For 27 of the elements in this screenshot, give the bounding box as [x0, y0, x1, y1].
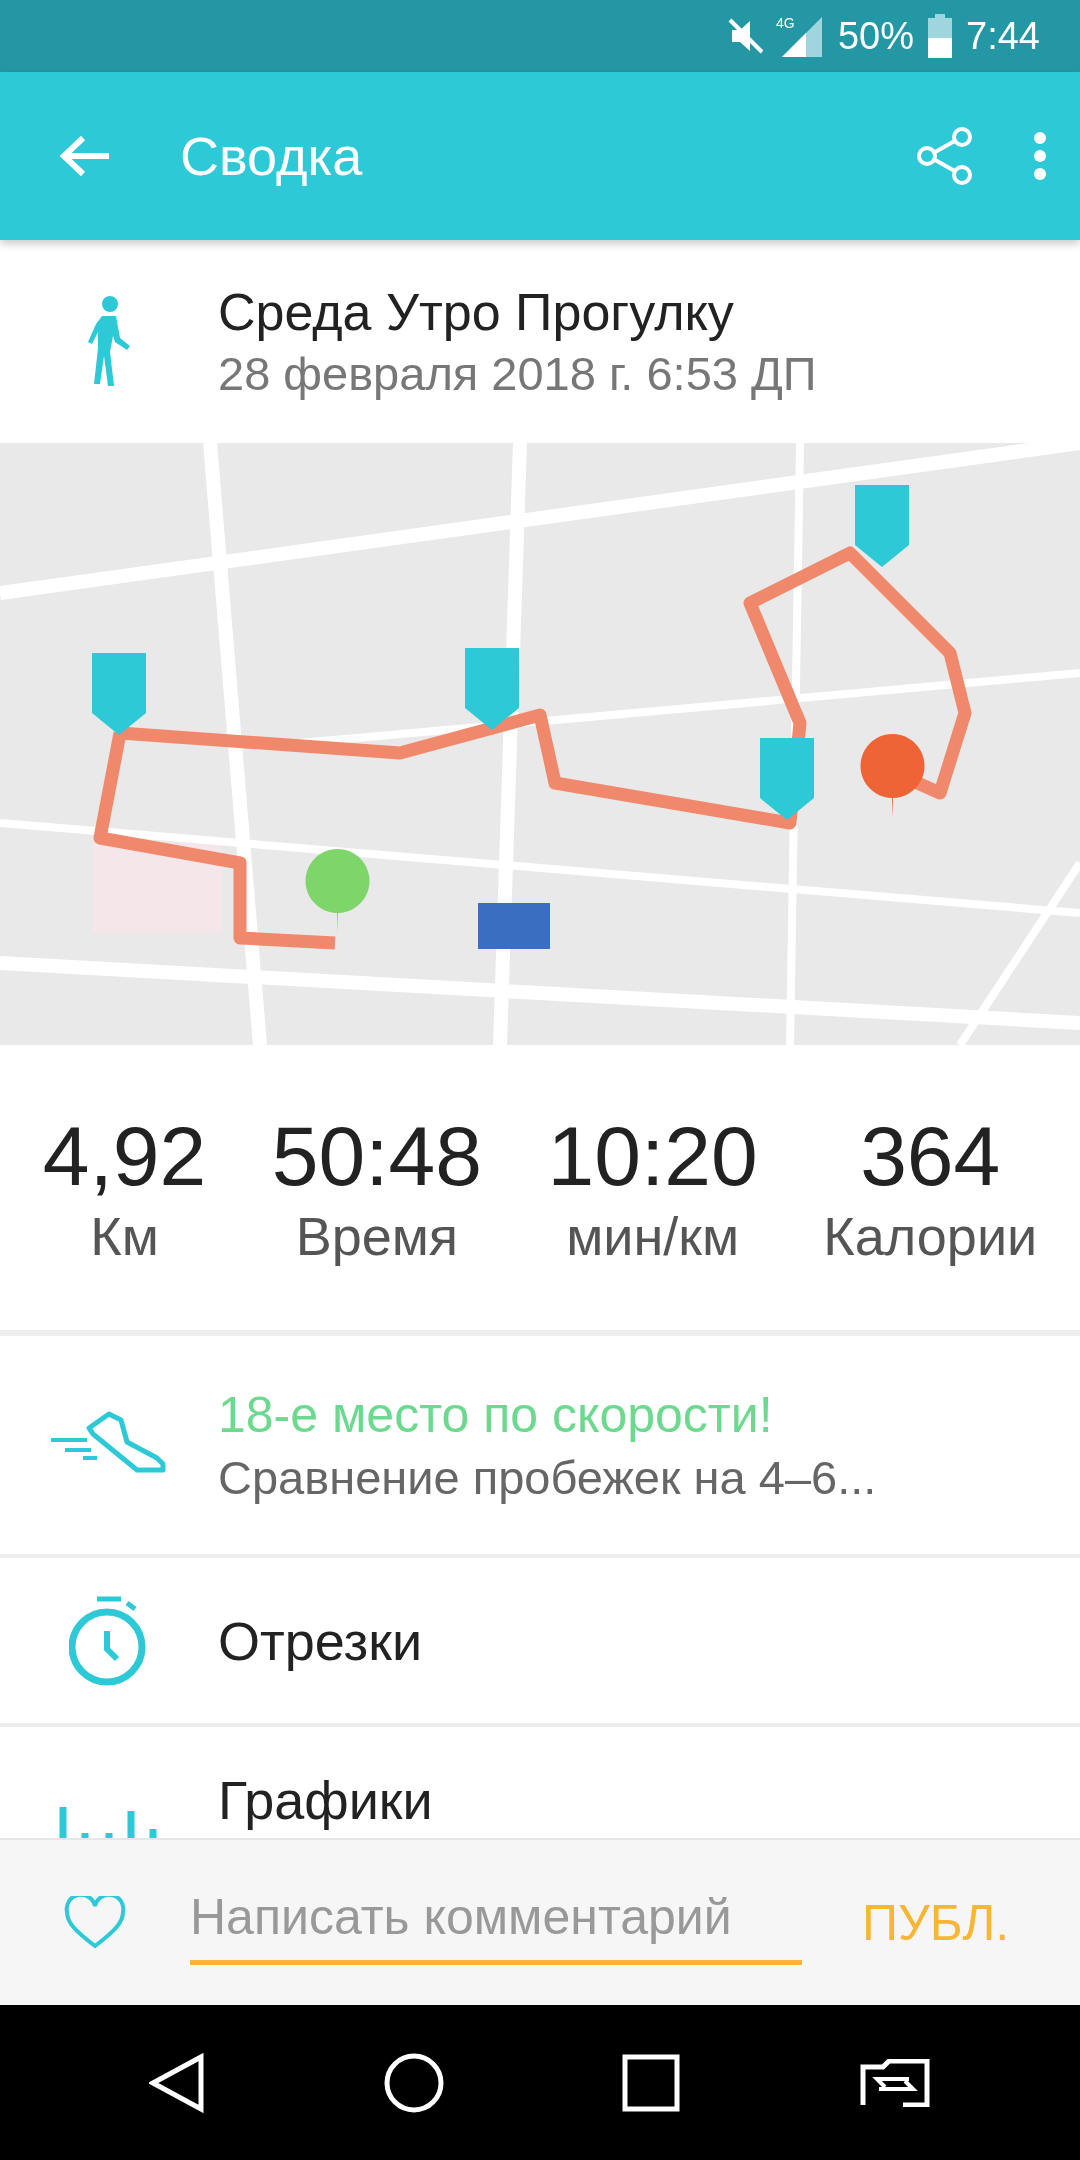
publish-button[interactable]: ПУБЛ. — [862, 1893, 1010, 1952]
more-icon — [1033, 131, 1047, 181]
stat-label: Время — [295, 1205, 459, 1267]
stat-label: мин/км — [566, 1205, 740, 1267]
list-item-title[interactable]: Отрезки — [218, 1609, 423, 1672]
recents-nav-icon[interactable] — [622, 2053, 681, 2112]
stat-label: Калории — [823, 1205, 1038, 1267]
stat-value: 364 — [860, 1108, 1001, 1205]
activity-title: Среда Утро Прогулку — [218, 282, 735, 342]
back-arrow-icon — [59, 134, 111, 178]
list-item-subtitle: Сравнение пробежек на 4–6... — [218, 1449, 877, 1505]
home-nav-icon[interactable] — [383, 2052, 444, 2113]
list-item-title[interactable]: Графики — [218, 1769, 433, 1831]
battery-percent: 50% — [837, 14, 915, 58]
network-type: 4G — [775, 15, 795, 31]
clock-time: 7:44 — [966, 14, 1040, 58]
battery-icon — [928, 14, 953, 58]
stat-value: 50:48 — [271, 1108, 482, 1205]
stat-value: 10:20 — [547, 1108, 758, 1205]
back-nav-icon[interactable] — [149, 2052, 206, 2113]
stat-value: 4,92 — [42, 1108, 207, 1205]
stat-label: Км — [90, 1205, 159, 1267]
activity-date: 28 февраля 2018 г. 6:53 ДП — [218, 346, 817, 401]
list-item-title[interactable]: 18-е место по скорости! — [218, 1385, 877, 1444]
screen-title: Сводка — [180, 125, 364, 187]
comment-bar[interactable]: Написать комментарий ПУБЛ. — [0, 1838, 1080, 2005]
comment-field[interactable]: Написать комментарий — [190, 1880, 802, 1965]
